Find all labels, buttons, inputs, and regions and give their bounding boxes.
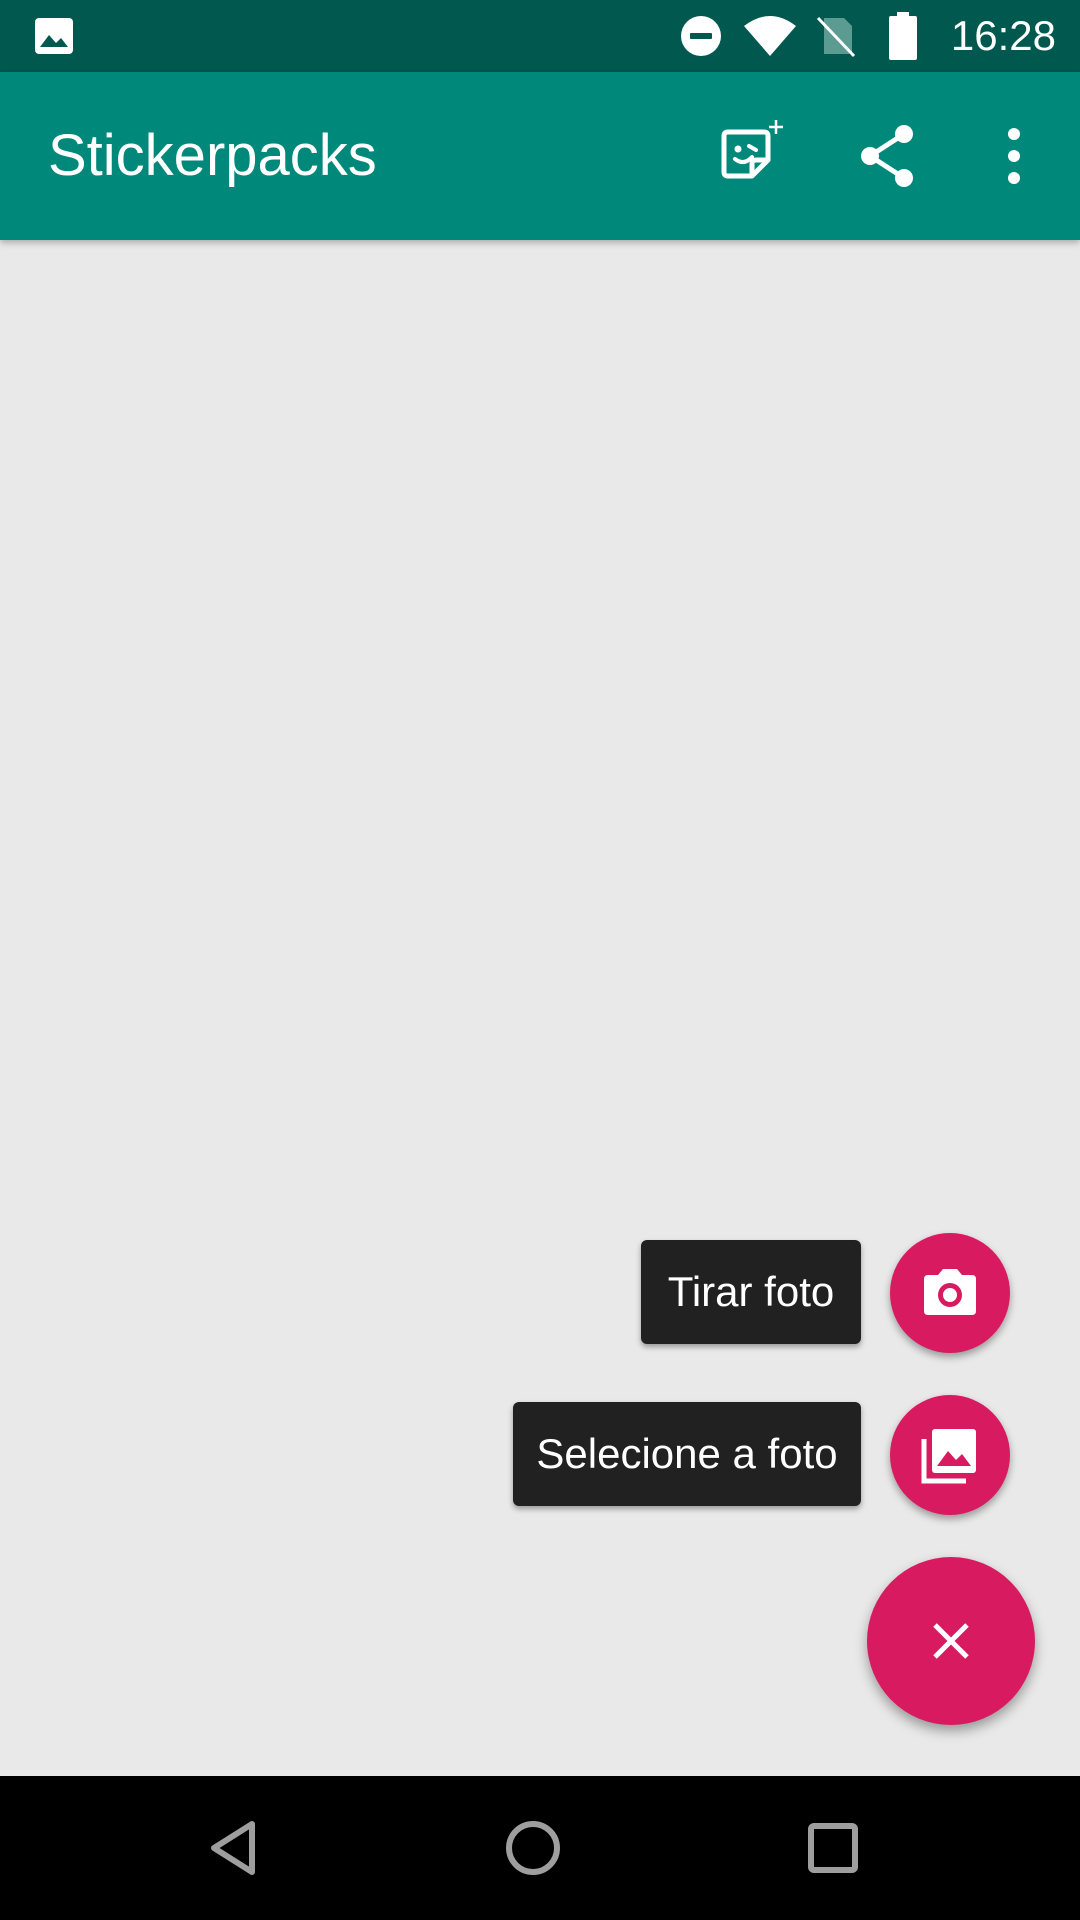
page-title: Stickerpacks — [48, 123, 377, 188]
photo-library-icon — [921, 1429, 976, 1484]
status-time: 16:28 — [950, 12, 1056, 59]
recents-icon — [808, 1823, 858, 1873]
camera-icon — [924, 1269, 976, 1315]
do-not-disturb-icon — [681, 16, 721, 56]
navigation-bar — [0, 1776, 1080, 1920]
home-icon — [506, 1821, 560, 1875]
take-photo-label[interactable]: Tirar foto — [641, 1240, 861, 1344]
battery-icon — [889, 12, 917, 60]
status-bar: 16:28 — [0, 0, 1080, 72]
recents-button[interactable] — [797, 1812, 869, 1884]
home-button[interactable] — [497, 1812, 569, 1884]
add-sticker-icon — [721, 120, 783, 179]
select-photo-button[interactable] — [890, 1395, 1010, 1515]
select-photo-label[interactable]: Selecione a foto — [513, 1402, 861, 1506]
close-fab-button[interactable] — [867, 1557, 1035, 1725]
image-notification-icon — [35, 18, 73, 54]
more-vert-icon — [1008, 128, 1020, 184]
app-bar: Stickerpacks — [0, 72, 1080, 240]
wifi-icon — [744, 16, 796, 56]
share-button[interactable] — [846, 114, 930, 198]
take-photo-button[interactable] — [890, 1233, 1010, 1353]
content-area — [0, 240, 1080, 1776]
no-sim-icon — [816, 16, 856, 58]
back-button[interactable] — [200, 1812, 272, 1884]
add-sticker-button[interactable] — [706, 114, 790, 198]
back-icon — [211, 1821, 255, 1875]
share-icon — [861, 125, 913, 187]
close-icon — [933, 1623, 969, 1659]
overflow-menu-button[interactable] — [972, 114, 1056, 198]
